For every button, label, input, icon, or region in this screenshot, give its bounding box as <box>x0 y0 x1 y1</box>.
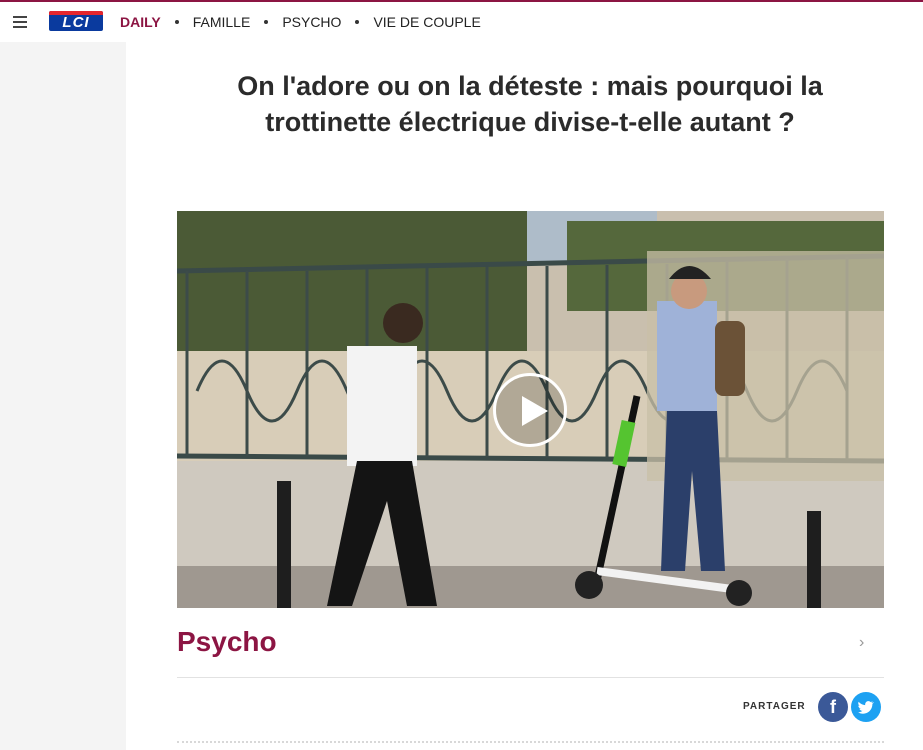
nav-link-famille[interactable]: FAMILLE <box>193 14 251 30</box>
category-link[interactable]: Psycho <box>177 626 277 658</box>
left-gray-pane <box>0 42 126 750</box>
nav-separator-dot <box>264 20 269 24</box>
dotted-separator <box>177 741 884 743</box>
top-navigation-bar: LCI DAILY FAMILLE PSYCHO VIE DE COUPLE <box>0 2 923 42</box>
article-title: On l'adore ou on la déteste : mais pourq… <box>237 71 823 137</box>
twitter-icon[interactable] <box>851 692 881 722</box>
share-label: PARTAGER <box>743 701 806 712</box>
nav-link-daily[interactable]: DAILY <box>120 14 161 30</box>
nav-links: DAILY FAMILLE PSYCHO VIE DE COUPLE <box>120 14 481 30</box>
twitter-bird-glyph <box>857 701 874 714</box>
nav-link-vie-de-couple[interactable]: VIE DE COUPLE <box>373 14 480 30</box>
lci-logo[interactable]: LCI <box>49 11 103 31</box>
nav-separator-dot <box>355 20 360 24</box>
nav-link-psycho[interactable]: PSYCHO <box>282 14 341 30</box>
hamburger-icon[interactable] <box>13 16 27 28</box>
logo-text: LCI <box>62 14 90 31</box>
section-divider <box>177 677 884 678</box>
play-icon[interactable] <box>493 373 567 447</box>
play-triangle <box>522 396 548 426</box>
nav-separator-dot <box>174 20 179 24</box>
facebook-icon[interactable]: f <box>818 692 848 722</box>
article-video[interactable] <box>177 211 884 608</box>
chevron-right-icon[interactable]: › <box>859 634 864 652</box>
